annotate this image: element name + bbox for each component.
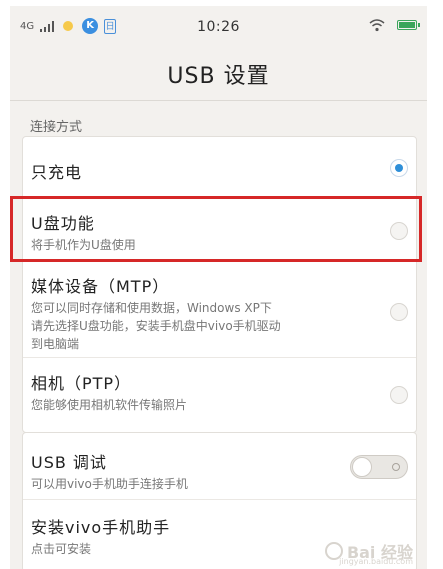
- battery-icon: [397, 20, 420, 30]
- option-description-line-1: 您可以同时存储和使用数据，Windows XP下: [31, 301, 272, 315]
- toggle-knob: [352, 457, 372, 477]
- status-bar: 4G K 日 10:26: [10, 6, 427, 46]
- section-label-connection: 连接方式: [30, 120, 83, 135]
- option-label: 只充电: [31, 163, 83, 182]
- radio-unselected-icon[interactable]: [390, 386, 408, 404]
- usb-debug-label: USB 调试: [31, 453, 107, 472]
- option-media-device-mtp[interactable]: 媒体设备（MTP） 您可以同时存储和使用数据，Windows XP下 请先选择U…: [23, 261, 416, 357]
- baidu-watermark: Bai 经验 jingyan.baidu.com: [324, 539, 413, 566]
- install-assistant-label: 安装vivo手机助手: [31, 518, 171, 537]
- status-right-icons: [369, 18, 420, 32]
- connection-options-card: 只充电 U盘功能 将手机作为U盘使用 媒体设备（MTP） 您可以同时存储和使用数…: [22, 136, 417, 433]
- option-description-line-2: 请先选择U盘功能，安装手机盘中vivo手机驱动: [31, 319, 281, 333]
- phone-screen: 4G K 日 10:26 USB 设置 连接方式 只充电 U盘功能 将手机作为U…: [10, 6, 427, 569]
- option-camera-ptp[interactable]: 相机（PTP） 您能够使用相机软件传输照片: [23, 358, 416, 430]
- option-label: 媒体设备（MTP）: [31, 277, 170, 296]
- option-description-line-3: 到电脑端: [31, 337, 80, 351]
- radio-unselected-icon[interactable]: [390, 303, 408, 321]
- usb-debug-description: 可以用vivo手机助手连接手机: [31, 477, 188, 491]
- option-charge-only[interactable]: 只充电: [23, 137, 416, 197]
- option-description: 您能够使用相机软件传输照片: [31, 398, 188, 412]
- title-bar: USB 设置: [10, 46, 427, 101]
- wifi-icon: [369, 19, 385, 32]
- radio-selected-icon[interactable]: [390, 159, 408, 177]
- toggle-off-indicator-icon: [392, 463, 400, 471]
- watermark-url: jingyan.baidu.com: [339, 557, 413, 566]
- status-time: 10:26: [197, 19, 240, 35]
- highlight-box: [10, 196, 422, 262]
- usb-debug-row[interactable]: USB 调试 可以用vivo手机助手连接手机: [23, 433, 416, 499]
- page-title: USB 设置: [167, 64, 270, 89]
- option-label: 相机（PTP）: [31, 374, 132, 393]
- usb-debug-toggle[interactable]: [350, 455, 408, 479]
- install-assistant-description: 点击可安装: [31, 542, 92, 556]
